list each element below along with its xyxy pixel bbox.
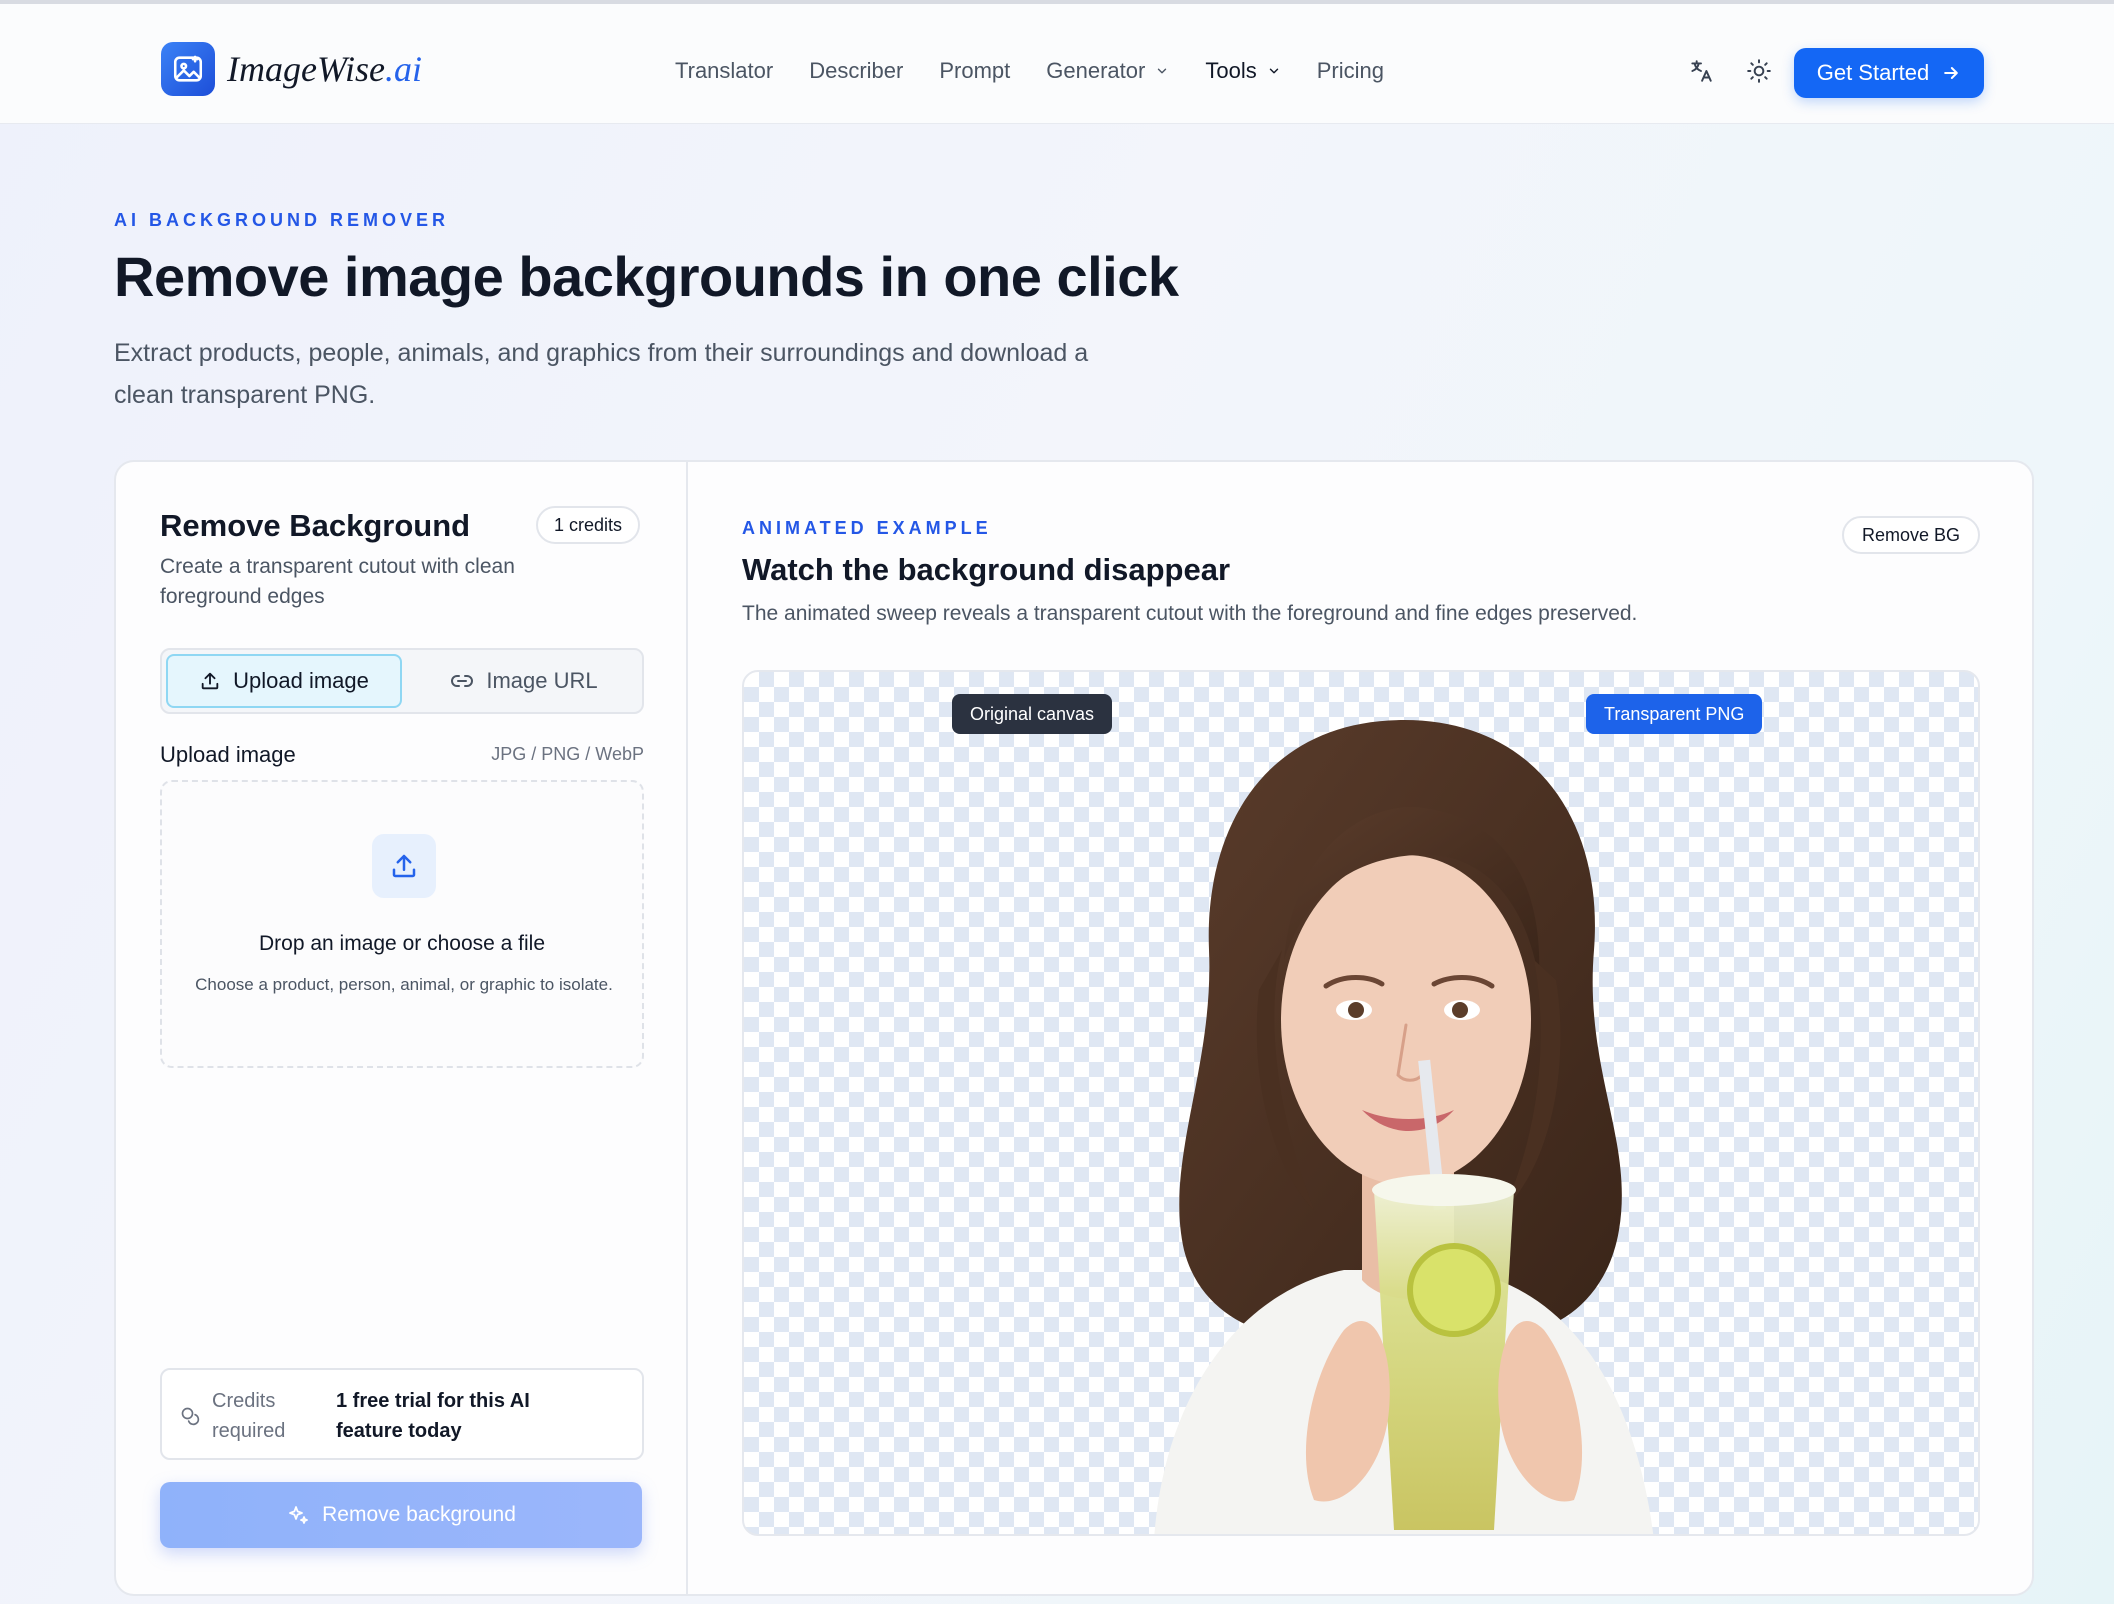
coins-icon <box>181 1407 200 1426</box>
upload-icon <box>201 672 219 690</box>
page-title: Remove image backgrounds in one click <box>114 245 1179 308</box>
tool-card: Remove Background 1 credits Create a tra… <box>114 460 2034 1596</box>
tab-image-url[interactable]: Image URL <box>406 654 642 708</box>
nav-generator[interactable]: Generator <box>1046 56 1169 86</box>
image-logo-icon <box>161 42 215 96</box>
translate-icon[interactable] <box>1688 58 1714 84</box>
upload-icon <box>372 834 436 898</box>
arrow-right-icon <box>1944 67 1959 79</box>
dropzone-subtitle: Choose a product, person, animal, or gra… <box>195 975 613 994</box>
sun-icon[interactable] <box>1746 58 1772 84</box>
upload-field-label: Upload image <box>160 742 296 767</box>
credits-label: Credits required <box>212 1390 286 1442</box>
credits-value: 1 free trial for this AI feature today <box>336 1390 530 1442</box>
panel-title: Remove Background <box>160 508 471 543</box>
example-title: Watch the background disappear <box>742 552 1231 587</box>
example-eyebrow: ANIMATED EXAMPLE <box>742 518 992 538</box>
file-dropzone[interactable]: Drop an image or choose a file Choose a … <box>160 780 644 1068</box>
hero-eyebrow: AI BACKGROUND REMOVER <box>114 210 450 230</box>
get-started-button[interactable]: Get Started <box>1794 48 1984 98</box>
chevron-down-icon <box>1269 68 1278 74</box>
input-mode-toggle: Upload image Image URL <box>160 648 644 714</box>
tab-upload-image[interactable]: Upload image <box>166 654 402 708</box>
credits-info: Credits required 1 free trial for this A… <box>160 1368 644 1460</box>
input-panel: Remove Background 1 credits Create a tra… <box>116 462 688 1594</box>
sparkles-icon <box>289 1506 309 1524</box>
accepted-formats: JPG / PNG / WebP <box>491 744 644 764</box>
brand-logo[interactable]: ImageWise.ai <box>161 42 422 96</box>
link-icon <box>451 675 474 687</box>
main-menu: Translator Describer Prompt Generator To… <box>675 56 1420 86</box>
dropzone-title: Drop an image or choose a file <box>259 932 545 955</box>
example-subtitle: The animated sweep reveals a transparent… <box>742 602 1638 625</box>
credits-badge: 1 credits <box>536 506 641 544</box>
chevron-down-icon <box>1158 68 1167 74</box>
nav-translator[interactable]: Translator <box>675 56 773 86</box>
hero-subtitle: Extract products, people, animals, and g… <box>114 339 1089 409</box>
nav-pricing[interactable]: Pricing <box>1317 56 1384 86</box>
nav-describer[interactable]: Describer <box>809 56 903 86</box>
nav-tools[interactable]: Tools <box>1205 56 1280 86</box>
remove-background-button[interactable]: Remove background <box>160 1482 642 1548</box>
panel-subtitle: Create a transparent cutout with clean f… <box>160 555 515 608</box>
transparent-png-tag: Transparent PNG <box>1586 694 1763 734</box>
original-canvas-tag: Original canvas <box>952 694 1113 734</box>
brand-name: ImageWise.ai <box>227 49 422 89</box>
nav-prompt[interactable]: Prompt <box>939 56 1010 86</box>
example-preview: Original canvas Transparent PNG <box>742 670 1980 1536</box>
top-navigation: ImageWise.ai Translator Describer Prompt… <box>0 4 2114 124</box>
woman-with-drink-image <box>1154 720 1654 1534</box>
remove-bg-badge: Remove BG <box>1842 516 1981 554</box>
